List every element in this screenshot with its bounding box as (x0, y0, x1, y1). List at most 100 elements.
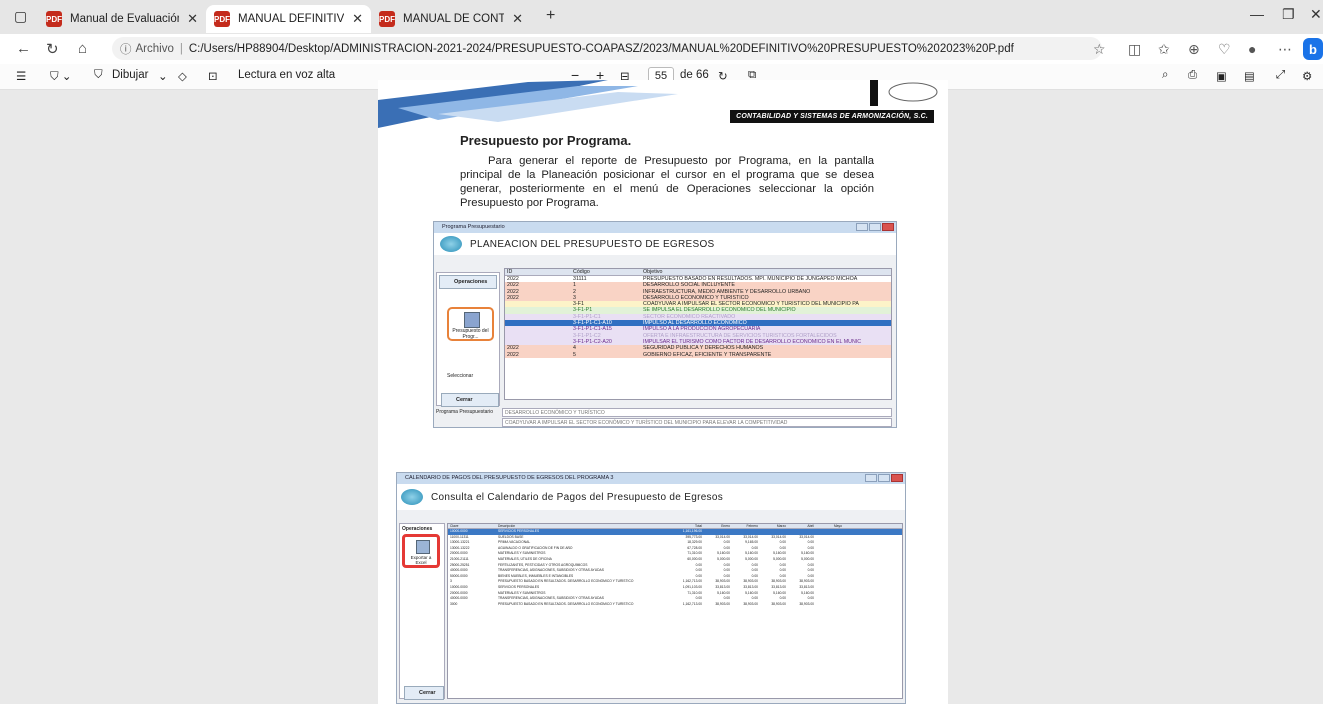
objective-field[interactable]: COADYUVAR A IMPULSAR EL SECTOR ECONÓMICO… (502, 417, 892, 427)
col-total: Total (695, 524, 702, 528)
close-tab-icon[interactable]: ✕ (512, 11, 523, 27)
home-icon[interactable]: ⌂ (78, 40, 87, 57)
presupuesto-programa-button[interactable]: Presupuesto del Progr... (447, 307, 494, 341)
collections-icon[interactable]: ⊕ (1188, 41, 1200, 58)
grid-header: ID Código Objetivo (505, 269, 891, 276)
address-bar-row: ← ↻ ⌂ ⓘ Archivo | C:/Users/HP88904/Deskt… (0, 34, 1323, 64)
pdf-icon: PDF (214, 11, 230, 27)
settings-gear-icon[interactable]: ⚙ (1302, 69, 1312, 83)
close-button[interactable]: Cerrar (404, 686, 444, 700)
bing-copilot-icon[interactable]: b (1303, 38, 1323, 60)
pdf-page: CONTABILIDAD Y SISTEMAS DE ARMONIZACIÓN,… (378, 80, 948, 704)
window-controls (856, 223, 894, 231)
table-row[interactable]: 2022 5 GOBIERNO EFICAZ, EFICIENTE Y TRANSP… (505, 351, 891, 358)
col-clave: Clave (450, 524, 459, 528)
app-logo-icon (401, 489, 423, 505)
app-header: PLANEACION DEL PRESUPUESTO DE EGRESOS (434, 233, 896, 255)
field-label: Programa Presupuestario (436, 409, 493, 415)
split-screen-icon[interactable]: ◫ (1128, 41, 1141, 58)
col-marzo: Marzo (776, 524, 786, 528)
more-menu-icon[interactable]: ⋯ (1278, 41, 1292, 58)
read-aloud-button[interactable]: Lectura en voz alta (238, 69, 335, 81)
restore-icon[interactable]: ❐ (1282, 6, 1295, 23)
table-cell: PRESUPUESTO BASADO EN RESULTADOS. DESARR… (498, 601, 634, 606)
table-cell: 38,903.00 (715, 601, 730, 606)
col-mayo: Mayo (833, 524, 842, 528)
operations-label: Operaciones (402, 526, 433, 532)
col-descripcion: Descripción (498, 524, 516, 528)
highlight-icon[interactable]: ⛉ ⌄ (50, 69, 71, 84)
search-icon[interactable]: ⌕ (1162, 69, 1168, 82)
table-cell: 3000 (450, 601, 458, 606)
draw-button[interactable]: Dibujar (112, 69, 148, 81)
table-cell: 38,903.00 (799, 601, 814, 606)
app-logo-icon (440, 236, 462, 252)
save-icon[interactable]: ▣ (1216, 69, 1227, 83)
fullscreen-icon[interactable]: ⤢ (1276, 69, 1285, 82)
tab-manual-evaluacion[interactable]: PDF Manual de Evaluación de Registr ✕ (38, 5, 206, 33)
erase-icon[interactable]: ◇ (178, 69, 187, 83)
new-tab-button[interactable]: + (546, 7, 555, 25)
operations-button[interactable]: Operaciones (439, 275, 497, 289)
window-title: CALENDARIO DE PAGOS DEL PRESUPUESTO DE E… (397, 473, 905, 484)
close-tab-icon[interactable]: ✕ (352, 11, 363, 27)
info-icon[interactable]: ⓘ (120, 41, 132, 57)
table-cell: 1,162,713.00 (682, 601, 702, 606)
tab-manual-contabilidad[interactable]: PDF MANUAL DE CONTABILIDAD DE ✕ (371, 5, 531, 33)
select-button[interactable]: Seleccionar (447, 373, 473, 379)
app-header: Consulta el Calendario de Pagos del Pres… (397, 484, 905, 510)
table-cell (816, 602, 844, 608)
operations-sidebar: Operaciones Presupuesto del Progr... Sel… (436, 272, 500, 407)
table-row[interactable]: 3000 PRESUPUESTO BASADO EN RESULTADOS. DE… (448, 602, 902, 608)
col-objective: Objetivo (643, 269, 663, 275)
program-field[interactable]: DESARROLLO ECONÓMICO Y TURÍSTICO (502, 407, 892, 417)
tab-manual-definitivo[interactable]: PDF MANUAL DEFINITIVO PRESUPUE ✕ (206, 5, 371, 33)
pdf-icon: PDF (379, 11, 395, 27)
close-button[interactable]: Cerrar (441, 393, 499, 407)
col-enero: Enero (721, 524, 730, 528)
table-cell: 38,903.00 (743, 601, 758, 606)
section-title: Presupuesto por Programa. (460, 133, 632, 148)
browser-tab-bar: ▢ PDF Manual de Evaluación de Registr ✕ … (0, 0, 1323, 34)
back-icon[interactable]: ← (16, 40, 31, 57)
table-cell: 38,903.00 (771, 601, 786, 606)
cell-id: 2022 (507, 351, 519, 358)
col-abril: Abril (807, 524, 814, 528)
favorite-star-icon[interactable]: ☆ (1093, 41, 1106, 58)
url-separator: | (179, 42, 183, 55)
app-title: Consulta el Calendario de Pagos del Pres… (431, 491, 724, 503)
contents-icon[interactable]: ☰ (16, 69, 26, 83)
text-icon[interactable]: ⊡ (208, 69, 218, 83)
tab-title: Manual de Evaluación de Registr (70, 13, 180, 25)
col-id: ID (507, 269, 513, 275)
payments-grid: Clave Descripción Total Enero Febrero Ma… (447, 523, 903, 699)
col-code: Código (573, 269, 590, 275)
url-input[interactable]: ⓘ Archivo | C:/Users/HP88904/Desktop/ADM… (112, 37, 1102, 60)
programs-grid: ID Código Objetivo 2022 31111 PRESUPUESTO … (504, 268, 892, 400)
window-controls (865, 474, 903, 482)
extensions-icon[interactable]: ♡ (1218, 41, 1231, 58)
url-prefix: Archivo (135, 42, 174, 55)
export-excel-button[interactable]: Exportar a Excel (402, 534, 440, 568)
print-icon[interactable]: ⎙ (1188, 69, 1197, 82)
grid-body: 10000-0000 SERVICIOS PERSONALES 1,161,196.… (448, 529, 902, 607)
draw-dropdown-icon[interactable]: ⌄ (158, 69, 168, 83)
tab-title: MANUAL DEFINITIVO PRESUPUE (238, 13, 345, 25)
screenshot-calendario: CALENDARIO DE PAGOS DEL PRESUPUESTO DE E… (396, 472, 906, 704)
col-febrero: Febrero (746, 524, 758, 528)
save-as-icon[interactable]: ▤ (1244, 69, 1255, 83)
window-title: Programa Presupuestario (434, 222, 896, 233)
screenshot-planeacion: Programa Presupuestario PLANEACION DEL P… (433, 221, 897, 428)
program-fields: Programa Presupuestario DESARROLLO ECONÓ… (436, 407, 892, 427)
favorites-icon[interactable]: ✩ (1158, 41, 1170, 58)
profile-avatar[interactable]: ● (1248, 41, 1256, 57)
minimize-icon[interactable]: — (1250, 6, 1264, 22)
cell-code: 5 (573, 351, 576, 358)
refresh-icon[interactable]: ↻ (46, 40, 59, 58)
close-window-icon[interactable]: ✕ (1310, 6, 1322, 23)
pdf-icon: PDF (46, 11, 62, 27)
url-text: C:/Users/HP88904/Desktop/ADMINISTRACION-… (188, 42, 1014, 55)
close-tab-icon[interactable]: ✕ (187, 11, 198, 27)
workspaces-icon[interactable]: ▢ (14, 8, 27, 25)
draw-icon[interactable]: ⛉ (94, 69, 103, 82)
